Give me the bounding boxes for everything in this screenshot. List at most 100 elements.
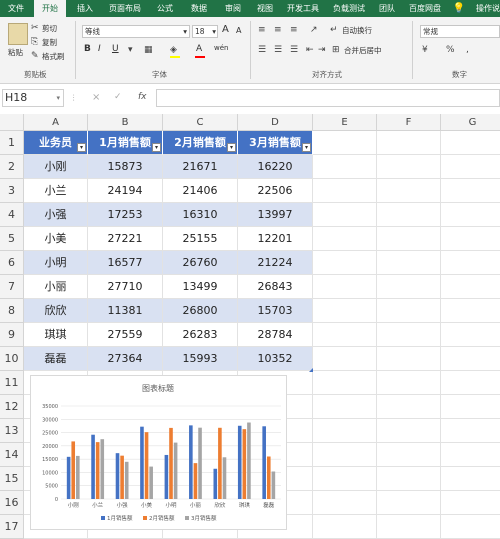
table-cell[interactable]: 27364	[88, 347, 163, 371]
row-header[interactable]: 15	[0, 467, 24, 491]
tab-insert[interactable]: 插入	[70, 0, 100, 17]
empty-cell[interactable]	[441, 347, 500, 371]
empty-cell[interactable]	[441, 395, 500, 419]
name-box[interactable]: H18 ▾	[2, 89, 64, 107]
row-header[interactable]: 11	[0, 371, 24, 395]
insert-function-icon[interactable]: fx	[138, 92, 147, 102]
empty-cell[interactable]	[313, 299, 377, 323]
italic-button[interactable]: I	[98, 44, 101, 54]
empty-cell[interactable]	[313, 347, 377, 371]
row-header[interactable]: 7	[0, 275, 24, 299]
empty-cell[interactable]	[441, 275, 500, 299]
formula-input[interactable]	[156, 89, 500, 107]
empty-cell[interactable]	[441, 227, 500, 251]
table-cell[interactable]: 25155	[163, 227, 238, 251]
table-cell[interactable]: 15873	[88, 155, 163, 179]
copy-icon[interactable]: ⎘	[31, 37, 38, 47]
row-header[interactable]: 12	[0, 395, 24, 419]
empty-cell[interactable]	[441, 515, 500, 539]
empty-cell[interactable]	[441, 371, 500, 395]
tab-tell-me[interactable]: 操作说	[468, 0, 500, 17]
copy-button[interactable]: 复制	[42, 37, 57, 48]
tab-team[interactable]: 团队	[374, 0, 400, 17]
tab-load-test[interactable]: 负载测试	[328, 0, 370, 17]
column-header-g[interactable]: G	[441, 114, 500, 131]
table-cell[interactable]: 15993	[163, 347, 238, 371]
increase-indent-icon[interactable]: ⇥	[318, 45, 326, 55]
table-cell[interactable]: 13499	[163, 275, 238, 299]
currency-icon[interactable]: ¥	[422, 45, 428, 55]
align-top-icon[interactable]: ≡	[258, 25, 266, 35]
cancel-icon[interactable]: ×	[92, 92, 100, 103]
cut-icon[interactable]: ✂	[31, 23, 39, 33]
empty-cell[interactable]	[377, 371, 441, 395]
table-cell[interactable]: 小强	[24, 203, 88, 227]
empty-cell[interactable]	[377, 347, 441, 371]
empty-cell[interactable]	[441, 491, 500, 515]
table-cell[interactable]: 11381	[88, 299, 163, 323]
table-cell[interactable]: 21224	[238, 251, 313, 275]
column-header-e[interactable]: E	[313, 114, 377, 131]
empty-cell[interactable]	[377, 203, 441, 227]
paste-icon[interactable]	[8, 23, 28, 45]
column-header-c[interactable]: C	[163, 114, 238, 131]
table-cell[interactable]: 16220	[238, 155, 313, 179]
empty-cell[interactable]	[441, 203, 500, 227]
tab-data[interactable]: 数据	[184, 0, 214, 17]
table-cell[interactable]: 磊磊	[24, 347, 88, 371]
empty-cell[interactable]	[441, 131, 500, 155]
empty-cell[interactable]	[441, 251, 500, 275]
tab-file[interactable]: 文件	[0, 0, 32, 17]
table-cell[interactable]: 琪琪	[24, 323, 88, 347]
row-header[interactable]: 5	[0, 227, 24, 251]
font-color-icon[interactable]: A	[196, 44, 202, 54]
table-cell[interactable]: 26843	[238, 275, 313, 299]
empty-cell[interactable]	[441, 467, 500, 491]
merge-center-button[interactable]: 合并后居中	[344, 45, 382, 56]
font-size-select[interactable]: 18 ▾	[192, 25, 218, 38]
borders-icon[interactable]: ▦	[144, 45, 153, 55]
increase-font-button[interactable]: A	[222, 24, 229, 35]
table-cell[interactable]: 欣欣	[24, 299, 88, 323]
align-right-icon[interactable]: ☰	[290, 45, 298, 55]
column-header-a[interactable]: A	[24, 114, 88, 131]
table-header-cell[interactable]: 业务员 ▾	[24, 131, 88, 155]
table-cell[interactable]: 小明	[24, 251, 88, 275]
row-header[interactable]: 10	[0, 347, 24, 371]
number-format-select[interactable]: 常规	[420, 25, 500, 38]
table-cell[interactable]: 21406	[163, 179, 238, 203]
align-bottom-icon[interactable]: ≡	[290, 25, 298, 35]
empty-cell[interactable]	[377, 443, 441, 467]
wrap-text-button[interactable]: 自动换行	[342, 25, 372, 36]
empty-cell[interactable]	[313, 275, 377, 299]
tab-home[interactable]: 开始	[34, 0, 66, 17]
format-painter-button[interactable]: 格式刷	[42, 51, 65, 62]
paste-button[interactable]: 粘贴	[8, 47, 23, 58]
table-cell[interactable]: 27710	[88, 275, 163, 299]
table-header-cell[interactable]: 1月销售额 ▾	[88, 131, 163, 155]
tab-page-layout[interactable]: 页面布局	[104, 0, 146, 17]
align-middle-icon[interactable]: ≡	[274, 25, 282, 35]
select-all-button[interactable]	[0, 114, 24, 131]
tab-developer[interactable]: 开发工具	[282, 0, 324, 17]
font-name-select[interactable]: 等线 ▾	[82, 25, 190, 38]
empty-cell[interactable]	[377, 251, 441, 275]
lightbulb-icon[interactable]: 💡	[452, 0, 466, 17]
empty-cell[interactable]	[377, 323, 441, 347]
empty-cell[interactable]	[313, 323, 377, 347]
empty-cell[interactable]	[313, 227, 377, 251]
empty-cell[interactable]	[441, 155, 500, 179]
table-cell[interactable]: 小兰	[24, 179, 88, 203]
row-header[interactable]: 14	[0, 443, 24, 467]
comma-style-icon[interactable]: ,	[466, 45, 469, 55]
bold-button[interactable]: B	[84, 44, 91, 54]
table-cell[interactable]: 12201	[238, 227, 313, 251]
empty-cell[interactable]	[441, 419, 500, 443]
empty-cell[interactable]	[313, 371, 377, 395]
column-header-b[interactable]: B	[88, 114, 163, 131]
row-header[interactable]: 8	[0, 299, 24, 323]
fill-color-icon[interactable]: ◈	[170, 45, 177, 55]
empty-cell[interactable]	[313, 155, 377, 179]
wrap-text-icon[interactable]: ↵	[330, 25, 338, 35]
column-header-d[interactable]: D	[238, 114, 313, 131]
